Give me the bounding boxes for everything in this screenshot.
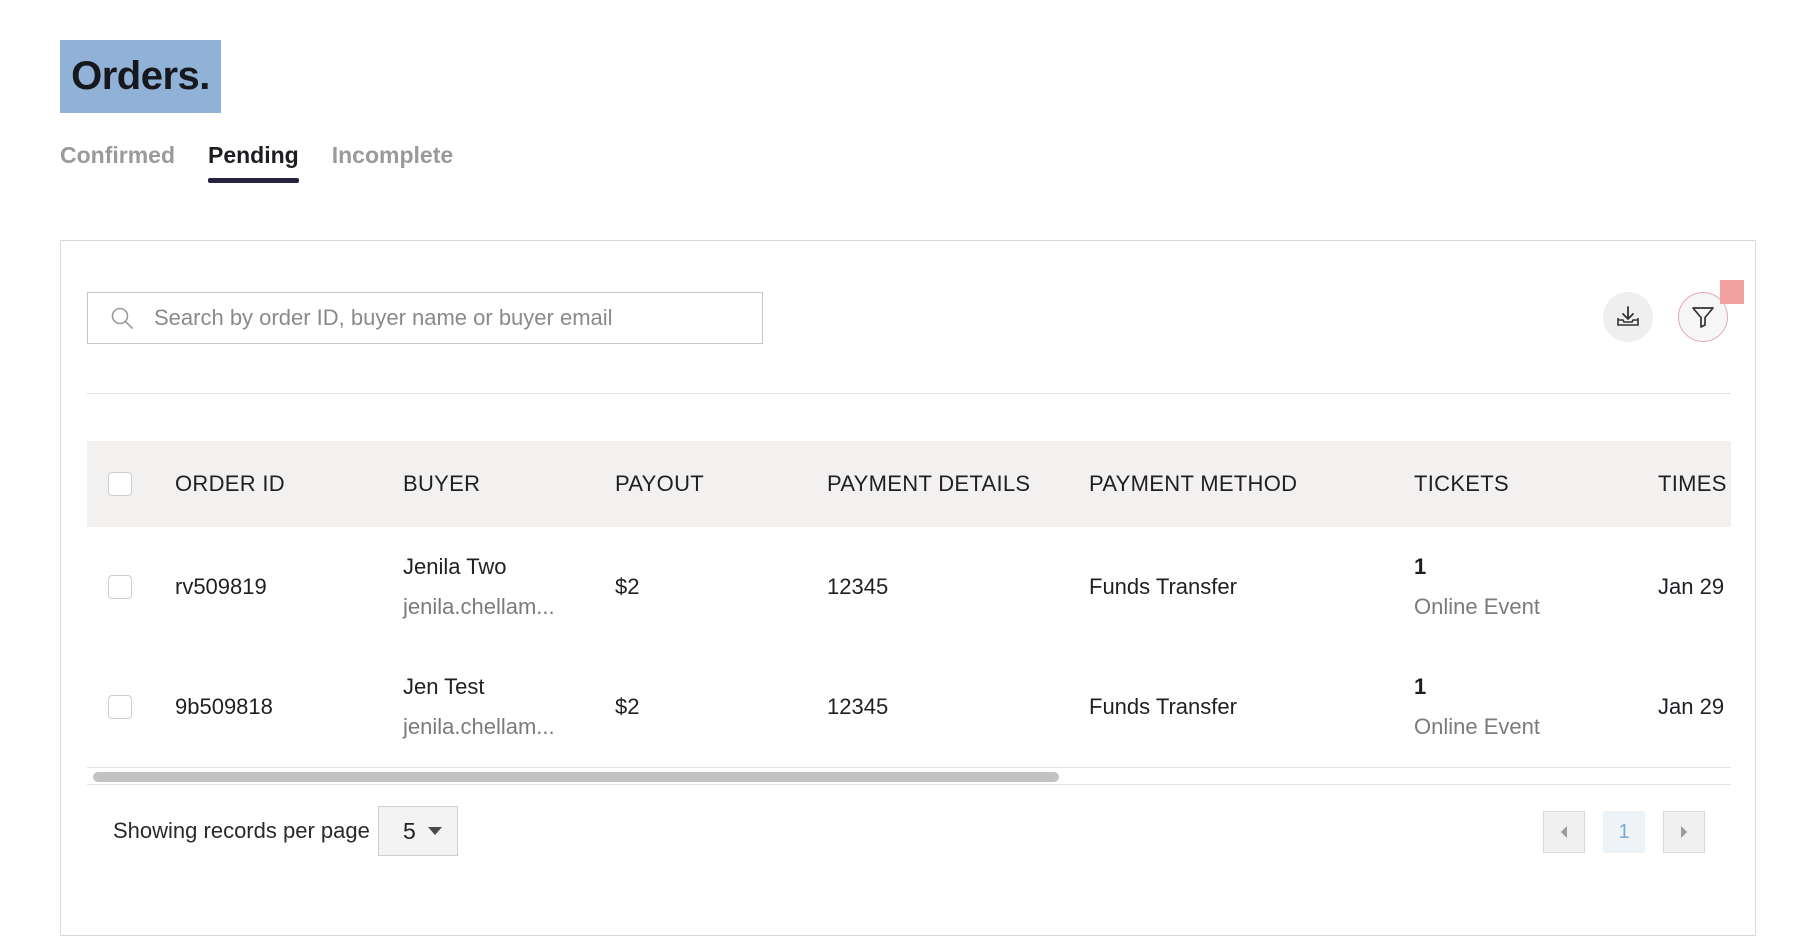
row-checkbox[interactable] [108,695,132,719]
horizontal-scrollbar[interactable] [87,767,1731,785]
tab-confirmed[interactable]: Confirmed [60,142,175,183]
ticket-type: Online Event [1414,594,1540,619]
select-all-checkbox[interactable] [108,472,132,496]
table-header: ORDER ID BUYER PAYOUT PAYMENT DETAILS PA… [87,441,1731,527]
download-button[interactable] [1603,292,1653,342]
buyer-name: Jenila Two [403,554,507,579]
search-box [87,292,763,344]
payment-details: 12345 [827,574,889,599]
payment-method: Funds Transfer [1089,574,1237,599]
column-header-tickets[interactable]: TICKETS [1414,441,1509,527]
tab-pending[interactable]: Pending [208,142,299,183]
order-tabs: Confirmed Pending Incomplete [60,142,453,183]
caret-down-icon [427,827,442,835]
payment-details: 12345 [827,694,889,719]
records-per-page-label: Showing records per page [113,818,370,843]
column-header-buyer[interactable]: BUYER [403,441,480,527]
toolbar-divider [87,393,1731,394]
timestamp: Jan 29 [1658,694,1725,719]
orders-card: ORDER ID BUYER PAYOUT PAYMENT DETAILS PA… [60,240,1756,936]
column-header-timestamp[interactable]: TIMES [1658,441,1727,527]
download-tray-icon [1617,306,1639,326]
column-header-payout[interactable]: PAYOUT [615,441,704,527]
ticket-type: Online Event [1414,714,1540,739]
funnel-icon [1692,307,1714,328]
buyer-name: Jen Test [403,674,485,699]
column-header-order-id[interactable]: ORDER ID [175,441,285,527]
search-input[interactable] [152,297,762,339]
page-size-select[interactable]: 5 [378,806,458,856]
page-size-value: 5 [403,817,416,844]
tab-incomplete[interactable]: Incomplete [332,142,453,183]
tickets-cell: 1 Online Event [1414,527,1540,647]
caret-right-icon [1681,826,1687,838]
caret-left-icon [1561,826,1567,838]
order-id: rv509819 [175,574,267,599]
ticket-count: 1 [1414,554,1427,579]
payment-method: Funds Transfer [1089,694,1237,719]
buyer-email: jenila.chellam... [403,594,555,619]
page-number-current[interactable]: 1 [1603,811,1645,853]
ticket-count: 1 [1414,674,1427,699]
payout: $2 [615,574,640,599]
buyer-cell: Jenila Two jenila.chellam... [403,527,555,647]
previous-page-button[interactable] [1543,811,1585,853]
search-icon [111,307,133,329]
page-title: Orders. [60,40,221,113]
row-checkbox[interactable] [108,575,132,599]
payout: $2 [615,694,640,719]
scrollbar-thumb[interactable] [93,772,1059,782]
table-row[interactable]: 9b509818 Jen Test jenila.chellam... $2 1… [87,647,1731,767]
timestamp: Jan 29 [1658,574,1725,599]
filter-active-badge [1720,280,1744,304]
buyer-email: jenila.chellam... [403,714,555,739]
buyer-cell: Jen Test jenila.chellam... [403,647,555,767]
order-id: 9b509818 [175,694,273,719]
next-page-button[interactable] [1663,811,1705,853]
table-row[interactable]: rv509819 Jenila Two jenila.chellam... $2… [87,527,1731,647]
tickets-cell: 1 Online Event [1414,647,1540,767]
orders-table: ORDER ID BUYER PAYOUT PAYMENT DETAILS PA… [87,441,1731,767]
column-header-payment-method[interactable]: PAYMENT METHOD [1089,441,1297,527]
column-header-payment-details[interactable]: PAYMENT DETAILS [827,441,1030,527]
